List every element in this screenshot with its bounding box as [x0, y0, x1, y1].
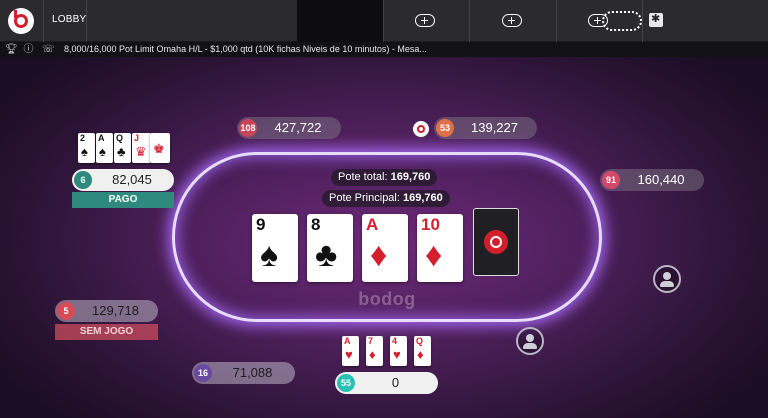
player-seat-91[interactable]: 91 160,440	[600, 169, 704, 191]
board-card: A ♦	[362, 214, 408, 282]
player-seat-5[interactable]: 5 129,718	[55, 300, 158, 322]
table-info-bar: 🏆︎ ⓘ ☏ 8,000/16,000 Pot Limit Omaha H/L …	[0, 42, 768, 57]
bodog-logo-icon	[484, 230, 508, 254]
hole-card: 4 ♥	[390, 336, 407, 366]
player-stack: 427,722	[274, 120, 322, 135]
player-stack: 160,440	[637, 172, 685, 187]
table-thumbnail-icon	[602, 11, 642, 31]
card-rank: A	[366, 215, 379, 234]
hole-card: Q ♣	[114, 133, 131, 163]
add-table-icon[interactable]	[502, 14, 522, 27]
player-seat-53[interactable]: 53 139,227	[434, 117, 537, 139]
spade-icon: ♠	[99, 144, 106, 159]
spade-icon: ♠	[260, 236, 279, 274]
pot-total-value: 169,760	[390, 171, 431, 183]
card-rank: Q	[116, 133, 124, 143]
bodog-table-brand: bodog	[358, 289, 416, 309]
table-options-icon[interactable]	[649, 12, 663, 27]
spade-icon: ♠	[81, 144, 88, 159]
bodog-logo-icon	[14, 10, 28, 28]
diamond-icon: ♦	[369, 347, 376, 362]
card-rank: 4	[392, 336, 398, 346]
pot-main-label: Pote Principal:	[329, 192, 400, 204]
card-rank: J	[134, 133, 140, 143]
divider	[556, 0, 557, 42]
board-card: 10 ♦	[417, 214, 463, 282]
trophy-icon[interactable]: 🏆︎	[5, 44, 18, 55]
bodog-logo-button[interactable]	[8, 8, 34, 34]
card-rank: A	[98, 133, 105, 143]
card-rank: 2	[80, 133, 86, 143]
add-table-icon[interactable]	[415, 14, 435, 27]
pot-main: Pote Principal: 169,760	[322, 190, 450, 207]
chat-icon[interactable]: ☏	[42, 44, 55, 55]
diamond-icon: ♦	[370, 236, 388, 274]
player-seat-6[interactable]: 6 82,045	[72, 169, 174, 191]
player-status: PAGO	[72, 192, 174, 208]
player-stack: 139,227	[471, 120, 518, 135]
divider	[469, 0, 470, 42]
card-rank: 10	[421, 215, 440, 234]
hole-card: A ♥	[342, 336, 359, 366]
tab-current-table[interactable]	[297, 0, 663, 42]
top-bar: LOBBY	[0, 0, 768, 42]
card-rank: 7	[368, 336, 374, 346]
player-stack: 0	[391, 375, 400, 390]
hole-card: ♚	[150, 133, 170, 163]
diamond-icon: ♦	[425, 236, 443, 274]
club-icon: ♣	[315, 236, 338, 274]
deck-card-back	[473, 208, 519, 276]
player-seat-55[interactable]: 55 0	[335, 372, 438, 394]
lobby-button[interactable]: LOBBY	[52, 14, 86, 25]
card-rank: 8	[311, 215, 321, 234]
board-card: 9 ♠	[252, 214, 298, 282]
player-status: SEM JOGO	[55, 324, 158, 340]
face-card-icon: ♚	[153, 141, 165, 156]
empty-seat-icon[interactable]	[653, 265, 681, 293]
divider	[383, 0, 384, 42]
card-rank: A	[344, 336, 351, 346]
dealer-button-icon	[413, 121, 429, 137]
divider	[642, 0, 643, 42]
hole-card: Q ♦	[414, 336, 431, 366]
divider	[43, 0, 44, 42]
diamond-icon: ♦	[417, 347, 424, 362]
player-seat-108[interactable]: 108 427,722	[237, 117, 341, 139]
player-stack: 71,088	[232, 365, 273, 380]
face-card-icon: ♛	[135, 144, 147, 159]
hole-card: A ♠	[96, 133, 113, 163]
hole-card: 7 ♦	[366, 336, 383, 366]
heart-icon: ♥	[393, 347, 401, 362]
add-table-icon[interactable]	[588, 14, 608, 27]
hole-card: 2 ♠	[78, 133, 95, 163]
player-stack: 129,718	[92, 303, 139, 318]
pot-main-value: 169,760	[403, 192, 443, 204]
player-seat-16[interactable]: 16 71,088	[192, 362, 295, 384]
table-info-text: 8,000/16,000 Pot Limit Omaha H/L - $1,00…	[64, 44, 427, 54]
info-icon[interactable]: ⓘ	[23, 44, 34, 55]
card-rank: 9	[256, 215, 266, 234]
pot-total: Pote total: 169,760	[331, 169, 438, 186]
club-icon: ♣	[117, 144, 126, 159]
divider	[86, 0, 87, 42]
heart-icon: ♥	[345, 347, 353, 362]
hole-card: J ♛	[132, 133, 151, 163]
empty-seat-icon[interactable]	[516, 327, 544, 355]
card-rank: Q	[416, 336, 424, 346]
board-card: 8 ♣	[307, 214, 353, 282]
player-stack: 82,045	[112, 172, 152, 187]
pot-total-label: Pote total:	[338, 171, 388, 183]
